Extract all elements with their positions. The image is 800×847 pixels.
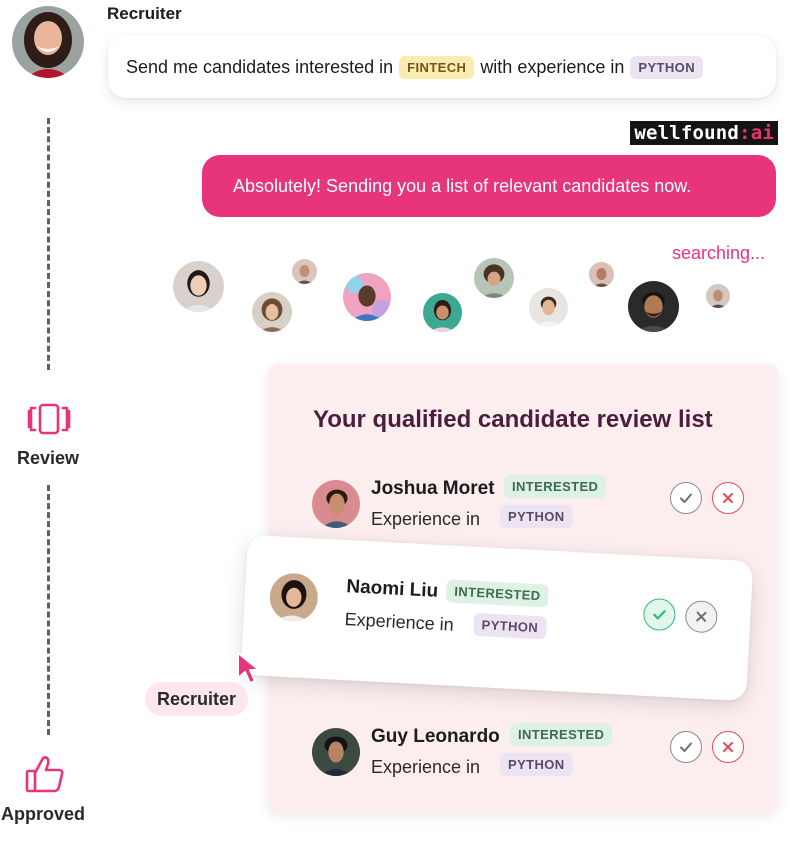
candidate-name: Joshua Moret xyxy=(371,478,495,499)
recruiter-request-bubble: Send me candidates interested in FINTECH… xyxy=(108,36,776,98)
candidate-avatar xyxy=(628,281,679,332)
candidate-avatar xyxy=(312,728,360,776)
close-icon xyxy=(723,742,733,752)
thumbs-up-icon xyxy=(24,754,66,794)
ai-reply-text: Absolutely! Sending you a list of releva… xyxy=(233,175,692,196)
searching-status: searching... xyxy=(671,243,765,263)
candidate-avatar xyxy=(343,273,391,321)
candidate-avatar xyxy=(589,262,614,287)
candidate-avatar xyxy=(706,284,730,308)
cursor-user-label: Recruiter xyxy=(145,682,249,716)
timeline-review-label: Review xyxy=(17,448,80,468)
cursor-arrow-icon xyxy=(235,650,263,686)
timeline-approved-label: Approved xyxy=(1,804,86,824)
candidate-name: Naomi Liu xyxy=(345,576,439,602)
skill-tag: PYTHON xyxy=(473,612,547,640)
approve-button[interactable] xyxy=(670,482,702,514)
candidate-avatar xyxy=(292,259,317,284)
experience-label: Experience in xyxy=(371,757,481,777)
candidate-name: Guy Leonardo xyxy=(371,726,500,747)
skill-tag: PYTHON xyxy=(500,753,573,776)
reject-button[interactable] xyxy=(712,482,744,514)
selected-candidate-card[interactable]: Naomi Liu INTERESTED Experience in PYTHO… xyxy=(240,534,754,702)
reject-button[interactable] xyxy=(712,731,744,763)
close-icon xyxy=(723,493,733,503)
skill-tag: PYTHON xyxy=(630,55,703,79)
candidate-avatar xyxy=(423,293,462,332)
recruiter-avatar xyxy=(12,6,84,78)
reject-button[interactable] xyxy=(684,599,719,634)
skill-tag: PYTHON xyxy=(500,505,573,528)
candidate-avatar xyxy=(474,258,514,298)
approve-button[interactable] xyxy=(670,731,702,763)
candidate-avatar xyxy=(312,480,360,528)
check-icon xyxy=(680,742,692,752)
candidate-avatar xyxy=(268,572,320,623)
logo-suffix: :ai xyxy=(739,122,774,144)
logo-brand: wellfound xyxy=(634,122,740,144)
experience-label: Experience in xyxy=(344,609,455,635)
candidate-avatar xyxy=(252,292,292,332)
interest-status-badge: INTERESTED xyxy=(504,475,607,498)
close-icon xyxy=(696,611,707,622)
candidate-avatar xyxy=(529,288,568,327)
timeline-line-bottom xyxy=(47,485,50,735)
ai-reply-bubble: Absolutely! Sending you a list of releva… xyxy=(202,155,776,217)
interest-status-badge: INTERESTED xyxy=(510,723,613,746)
timeline-line-top xyxy=(47,118,50,370)
review-cards-icon xyxy=(26,402,72,436)
experience-label: Experience in xyxy=(371,509,481,529)
wellfound-ai-logo: wellfound:ai xyxy=(630,121,778,145)
approve-button[interactable] xyxy=(642,597,677,632)
check-icon xyxy=(653,610,666,620)
sender-name: Recruiter xyxy=(107,4,182,23)
request-text-before: Send me candidates interested in xyxy=(126,56,394,77)
check-icon xyxy=(680,493,692,503)
candidate-avatar xyxy=(173,261,224,312)
review-list-title: Your qualified candidate review list xyxy=(313,406,713,433)
request-text-middle: with experience in xyxy=(480,56,625,77)
interest-tag: FINTECH xyxy=(399,55,475,79)
interest-status-badge: INTERESTED xyxy=(445,579,550,608)
